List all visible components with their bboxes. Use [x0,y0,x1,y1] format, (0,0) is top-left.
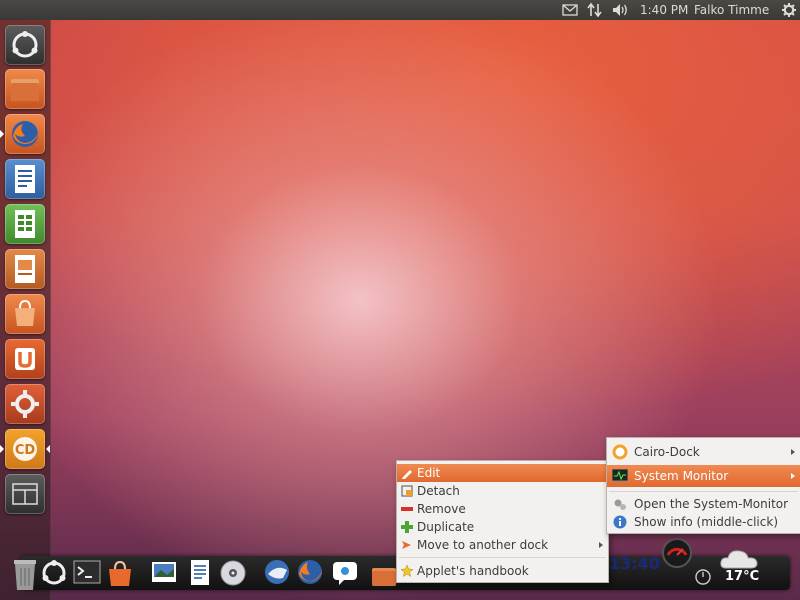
menu-item-move-to-another-dock[interactable]: Move to another dock [397,536,608,554]
gears-icon [614,499,626,510]
menu-item-label: Duplicate [417,520,475,534]
menu-item-label: Move to another dock [417,538,549,552]
context-menu: Edit Detach Remove Duplicate Move to ano… [396,460,609,583]
chat-icon[interactable] [331,559,359,587]
submenu: Cairo-Dock System Monitor Open the Syste… [606,437,800,534]
move-icon [402,541,411,549]
plus-icon [401,521,413,533]
menu-item-remove[interactable]: Remove [397,500,608,518]
thunderbird-icon[interactable] [263,558,291,586]
clock-time[interactable]: 1:40 PM [640,0,688,20]
remove-icon [401,507,413,511]
firefox-dock-icon[interactable] [296,558,324,586]
system-settings-icon[interactable] [5,384,45,424]
submenu-item-show-info[interactable]: Show info (middle-click) [607,513,800,531]
submenu-item-open-system-monitor[interactable]: Open the System-Monitor [607,495,800,513]
network-arrows-icon[interactable] [587,0,603,20]
weather-temperature[interactable]: 17°C [725,567,759,587]
submenu-arrow-icon [599,542,603,548]
detach-icon [401,485,413,497]
submenu-item-system-monitor[interactable]: System Monitor [607,465,800,487]
user-name[interactable]: Falko Timme [694,0,769,20]
menu-item-label: Cairo-Dock [634,445,700,459]
folder-icon[interactable] [370,562,398,590]
image-viewer-icon[interactable] [150,559,178,587]
cairo-dock-icon[interactable]: CD [5,429,45,469]
menu-item-label: Detach [417,484,460,498]
menu-item-label: System Monitor [634,469,729,483]
menu-item-detach[interactable]: Detach [397,482,608,500]
info-icon [613,515,627,529]
volume-icon[interactable] [612,0,630,20]
workspace-switcher-icon[interactable] [5,474,45,514]
menu-item-edit[interactable]: Edit [397,464,608,482]
software-center-icon[interactable] [5,294,45,334]
monitor-icon [612,469,628,482]
unity-launcher: CD [0,20,51,600]
calc-icon[interactable] [5,204,45,244]
menu-separator [609,491,798,492]
menu-item-label: Remove [417,502,466,516]
mail-icon[interactable] [562,0,578,20]
svg-text:CD: CD [15,443,36,458]
submenu-arrow-icon [791,449,795,455]
terminal-icon[interactable] [73,559,101,587]
menu-item-applets-handbook[interactable]: Applet's handbook [397,562,608,580]
files-folder-icon[interactable] [5,69,45,109]
dash-home-icon[interactable] [5,25,45,65]
menu-item-label: Applet's handbook [417,564,529,578]
impress-icon[interactable] [5,249,45,289]
submenu-arrow-icon [791,473,795,479]
firefox-icon[interactable] [5,114,45,154]
ubuntu-logo-icon[interactable] [40,559,68,587]
ubuntu-one-icon[interactable] [5,339,45,379]
cairo-dock-icon [612,444,628,460]
menu-item-label: Show info (middle-click) [634,515,778,529]
submenu-item-cairo-dock[interactable]: Cairo-Dock [607,443,800,461]
top-panel: 1:40 PM Falko Timme [0,0,800,20]
menu-item-duplicate[interactable]: Duplicate [397,518,608,536]
trash-icon[interactable] [8,556,42,592]
dock-clock[interactable]: 13:40 [609,553,660,575]
pencil-icon [402,470,412,479]
clock-icon[interactable] [694,568,712,586]
menu-item-label: Edit [417,466,441,480]
system-monitor-gauge-icon[interactable] [661,537,693,569]
menu-separator [399,557,606,558]
star-icon [401,565,413,577]
document-icon[interactable] [186,559,214,587]
gear-icon[interactable] [781,0,797,20]
writer-icon[interactable] [5,159,45,199]
cd-icon[interactable] [219,559,247,587]
shopping-bag-icon[interactable] [106,559,134,587]
menu-item-label: Open the System-Monitor [634,497,789,511]
